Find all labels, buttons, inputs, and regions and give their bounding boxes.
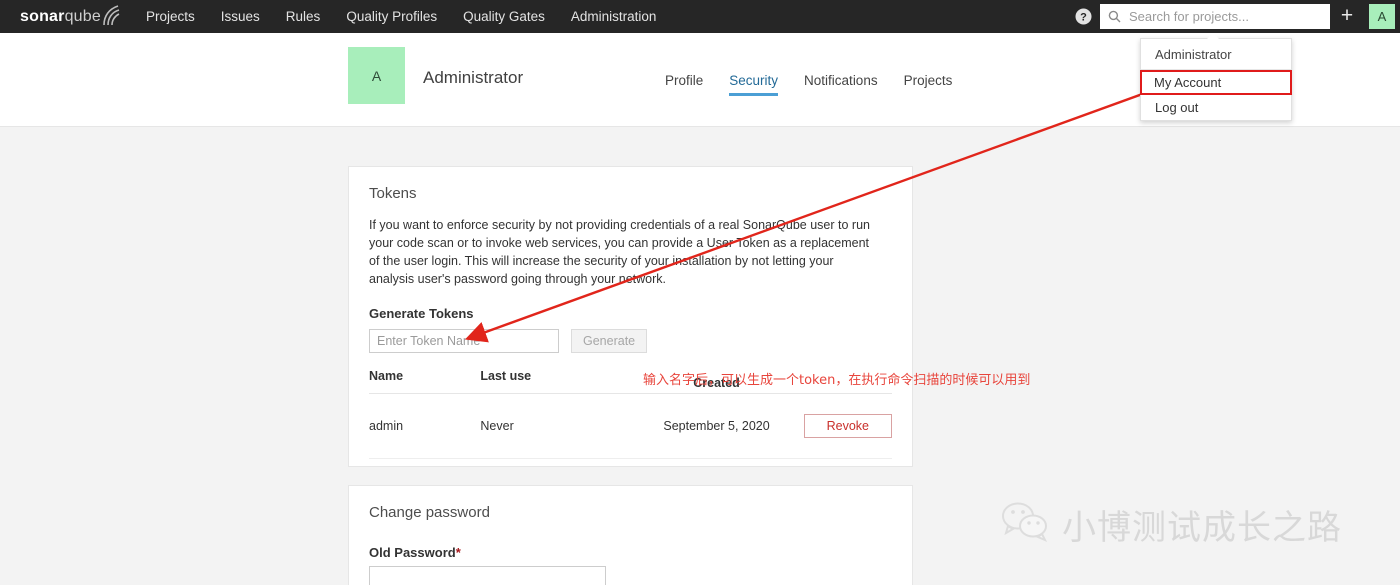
nav-item-rules[interactable]: Rules bbox=[273, 0, 334, 33]
tokens-card: Tokens If you want to enforce security b… bbox=[348, 166, 913, 467]
old-password-label: Old Password* bbox=[369, 545, 892, 560]
logo-text-light: qube bbox=[64, 7, 101, 25]
nav-item-quality-gates[interactable]: Quality Gates bbox=[450, 0, 558, 33]
watermark: 小博测试成长之路 bbox=[1000, 500, 1342, 549]
watermark-text: 小博测试成长之路 bbox=[1062, 508, 1342, 548]
profile-avatar: A bbox=[348, 47, 405, 104]
generate-button[interactable]: Generate bbox=[571, 329, 648, 353]
cell-created: September 5, 2020 bbox=[629, 393, 804, 459]
search-input[interactable] bbox=[1127, 8, 1322, 25]
dropdown-user-name: Administrator bbox=[1141, 39, 1291, 70]
table-row: admin Never September 5, 2020 Revoke bbox=[369, 393, 892, 459]
generate-token-row: Generate bbox=[369, 329, 892, 353]
cell-actions: Revoke bbox=[803, 393, 892, 459]
search-box[interactable] bbox=[1100, 4, 1330, 29]
main-nav-links: Projects Issues Rules Quality Profiles Q… bbox=[133, 0, 669, 33]
old-password-field[interactable] bbox=[369, 566, 606, 585]
nav-item-projects[interactable]: Projects bbox=[133, 0, 208, 33]
menu-item-log-out[interactable]: Log out bbox=[1141, 95, 1291, 120]
tokens-description: If you want to enforce security by not p… bbox=[369, 218, 870, 286]
change-password-body: Old Password* bbox=[349, 545, 912, 585]
svg-text:?: ? bbox=[1080, 12, 1087, 24]
nav-item-issues[interactable]: Issues bbox=[208, 0, 273, 33]
page-root: sonar qube Projects Issues Rules Quality … bbox=[0, 0, 1400, 585]
help-circle-icon[interactable]: ? bbox=[1066, 0, 1100, 33]
logo-text-bold: sonar bbox=[20, 7, 65, 25]
nav-item-administration[interactable]: Administration bbox=[558, 0, 670, 33]
navbar-right-group: ? + A bbox=[1066, 0, 1400, 33]
change-password-card: Change password Old Password* bbox=[348, 485, 913, 585]
sonarqube-logo[interactable]: sonar qube bbox=[0, 0, 133, 33]
wechat-icon bbox=[1000, 501, 1052, 548]
revoke-button[interactable]: Revoke bbox=[803, 414, 892, 438]
tab-security[interactable]: Security bbox=[729, 73, 779, 96]
profile-tabs: Profile Security Notifications Projects bbox=[665, 73, 952, 96]
column-header-name: Name bbox=[369, 369, 481, 394]
user-avatar-button[interactable]: A bbox=[1364, 0, 1400, 33]
annotation-note: 输入名字后，可以生成一个token，在执行命令扫描的时候可以用到 bbox=[643, 373, 1031, 388]
change-password-title: Change password bbox=[369, 504, 490, 521]
page-title: Administrator bbox=[423, 68, 524, 87]
avatar: A bbox=[1369, 4, 1395, 29]
token-name-input[interactable] bbox=[369, 329, 559, 353]
global-navbar: sonar qube Projects Issues Rules Quality … bbox=[0, 0, 1400, 33]
tab-projects[interactable]: Projects bbox=[904, 73, 953, 96]
tokens-card-title: Tokens bbox=[369, 185, 417, 202]
tokens-table-body: admin Never September 5, 2020 Revoke bbox=[369, 393, 892, 459]
create-new-button[interactable]: + bbox=[1330, 0, 1364, 33]
tab-notifications[interactable]: Notifications bbox=[804, 73, 878, 96]
tokens-card-body: If you want to enforce security by not p… bbox=[349, 216, 912, 459]
tab-profile[interactable]: Profile bbox=[665, 73, 703, 96]
required-marker: * bbox=[455, 545, 461, 560]
nav-item-quality-profiles[interactable]: Quality Profiles bbox=[333, 0, 450, 33]
menu-item-my-account[interactable]: My Account bbox=[1140, 70, 1292, 95]
search-icon bbox=[1108, 10, 1121, 23]
user-dropdown-menu: Administrator My Account Log out bbox=[1140, 33, 1292, 121]
logo-arcs-icon bbox=[103, 4, 120, 26]
generate-tokens-heading: Generate Tokens bbox=[369, 306, 474, 321]
cell-last-use: Never bbox=[480, 393, 630, 459]
column-header-last-use: Last use bbox=[480, 369, 630, 394]
old-password-label-text: Old Password bbox=[369, 545, 456, 560]
cell-token-name: admin bbox=[369, 393, 481, 459]
